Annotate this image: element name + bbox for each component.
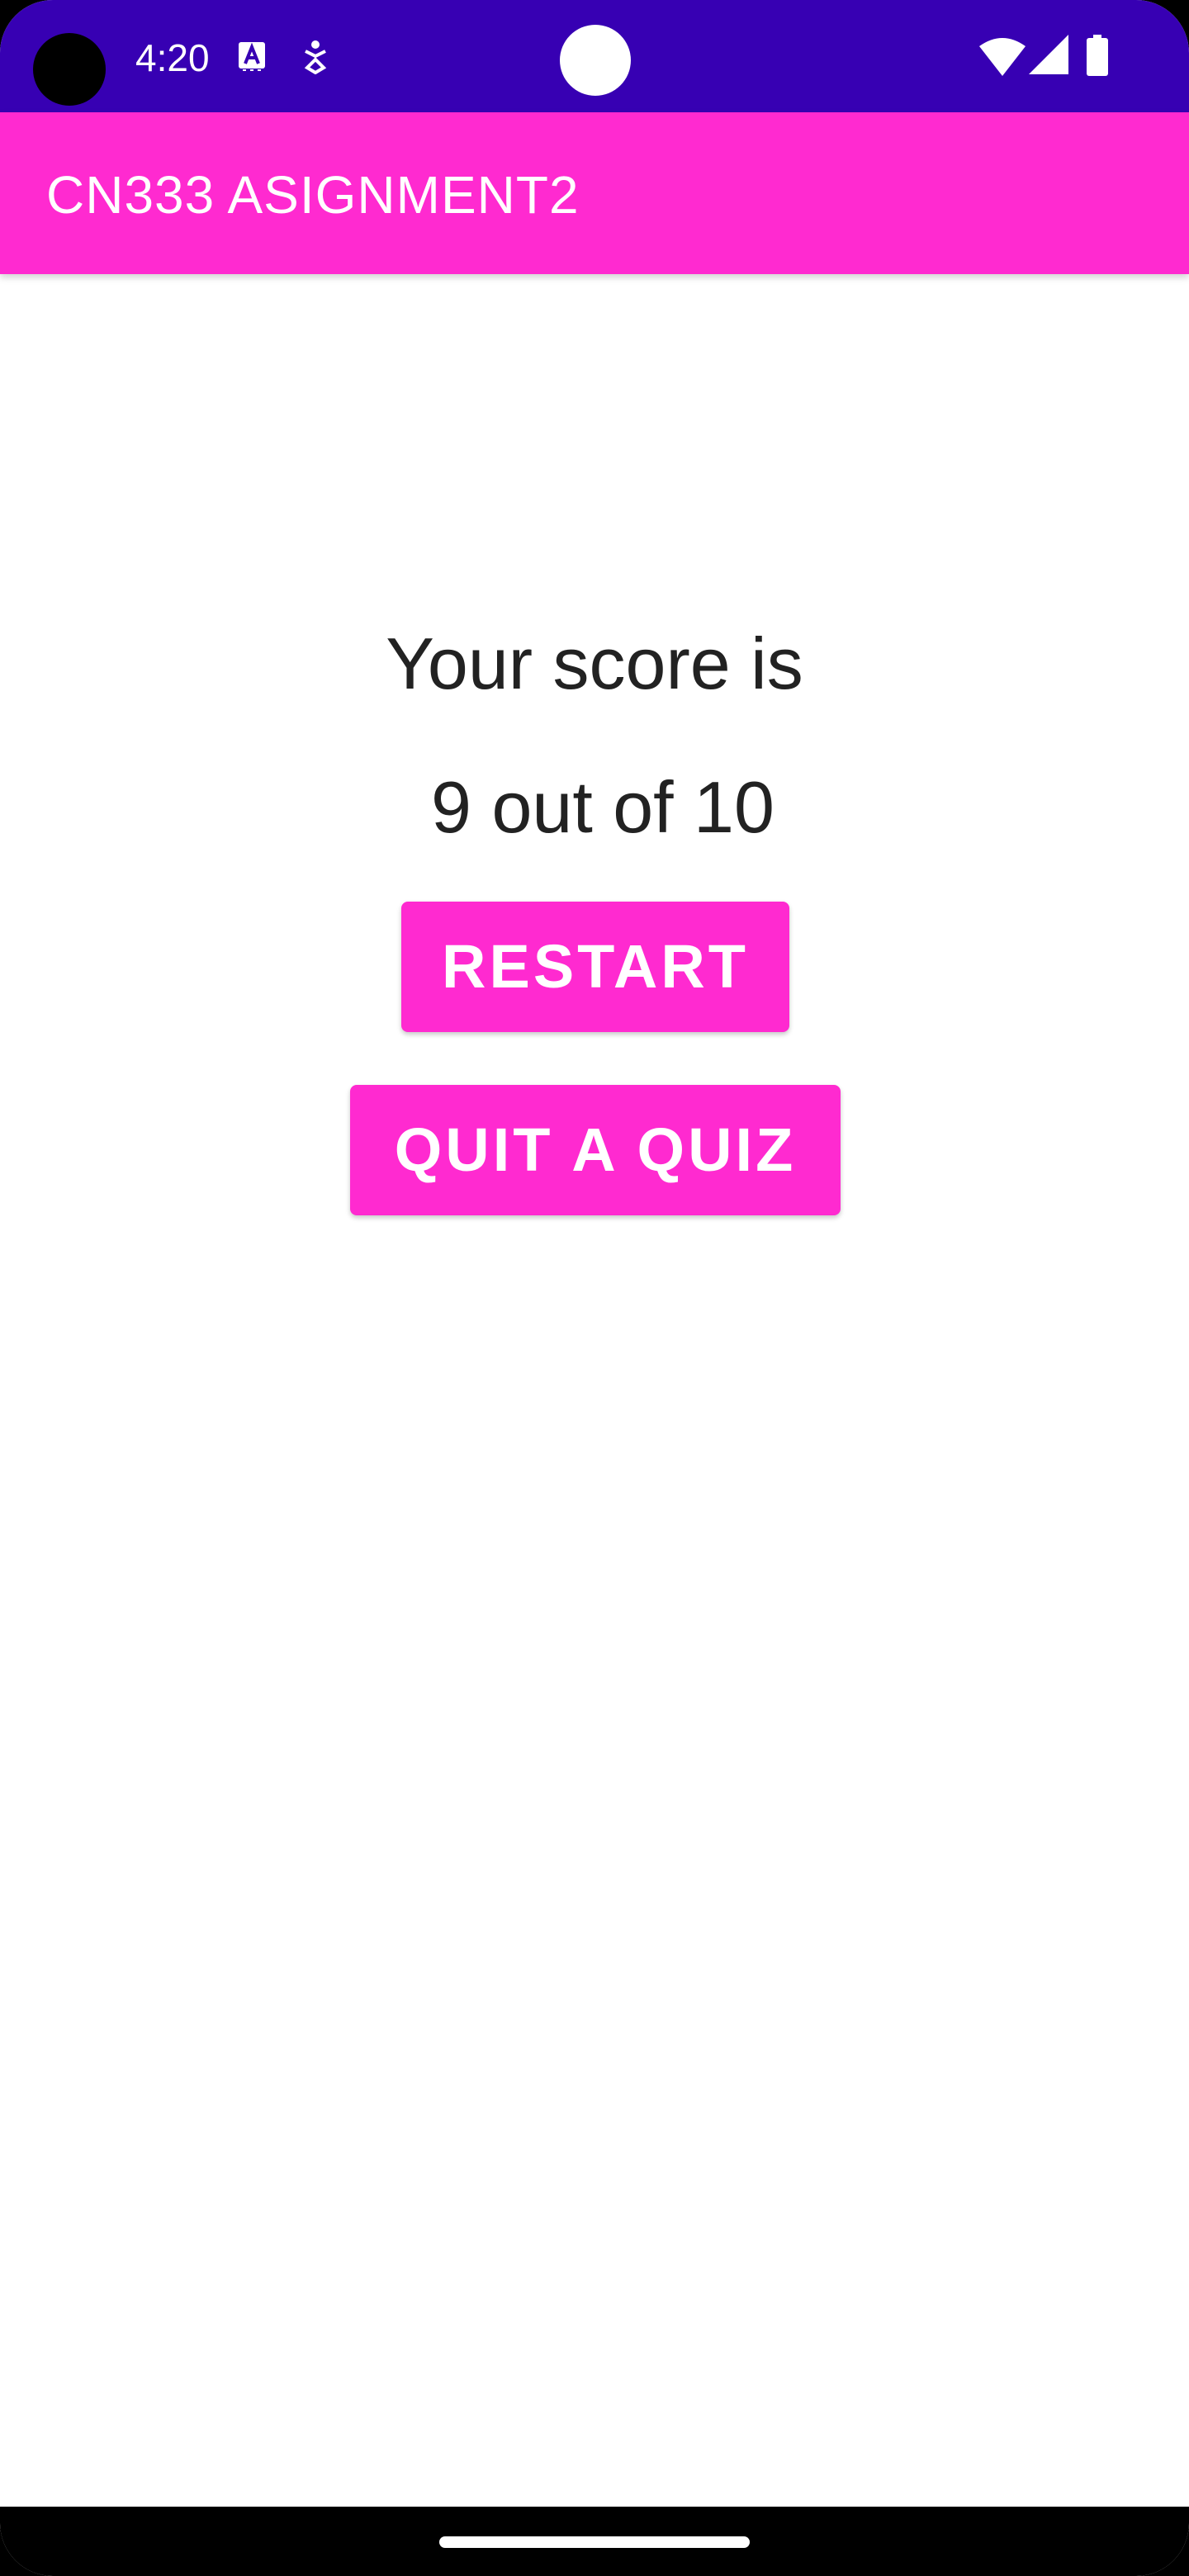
status-bar: 4:20 [0, 0, 1189, 112]
text-recognition-icon [239, 42, 265, 71]
app-bar: CN333 ASIGNMENT2 [0, 112, 1189, 274]
quit-quiz-button[interactable]: QUIT A QUIZ [350, 1085, 841, 1215]
camera-cutout [33, 33, 106, 106]
app-title: CN333 ASIGNMENT2 [46, 165, 580, 225]
home-gesture-handle[interactable] [439, 2536, 750, 2548]
navigation-bar [0, 2507, 1189, 2576]
battery-icon [1087, 35, 1108, 76]
restart-button[interactable]: RESTART [401, 902, 789, 1032]
score-label: Your score is [386, 623, 803, 704]
score-value: 9 out of 10 [431, 766, 775, 848]
wifi-icon [979, 38, 1026, 76]
cellular-signal-icon [1029, 35, 1068, 74]
app-screen: 4:20 CN333 ASIGNMENT2 Your score is 9 ou… [0, 0, 1189, 2576]
accessibility-icon [304, 40, 327, 74]
status-time: 4:20 [135, 36, 210, 79]
status-indicator-dot [560, 25, 631, 96]
